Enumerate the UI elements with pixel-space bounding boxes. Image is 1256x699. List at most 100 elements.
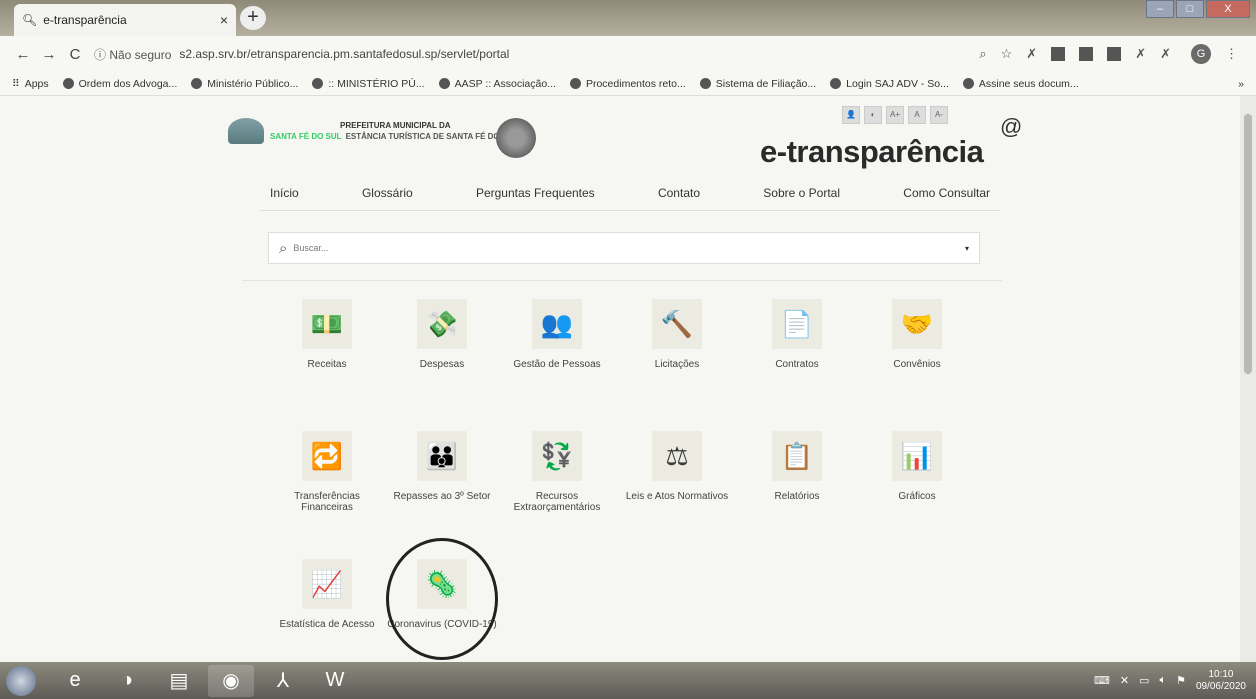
url-input[interactable]: ⓘ Não seguro s2.asp.srv.br/etransparenci…: [94, 40, 979, 68]
bookmark-item[interactable]: ⠿ Apps: [12, 78, 49, 90]
url-text: s2.asp.srv.br/etransparencia.pm.santafed…: [179, 47, 510, 61]
nav-inicio[interactable]: Início: [260, 186, 309, 200]
font-increase-button[interactable]: A+: [886, 106, 904, 124]
bookmark-item[interactable]: Ministério Público...: [191, 78, 298, 90]
keyboard-icon[interactable]: ⌨: [1094, 674, 1110, 687]
card-transferencias-financeiras[interactable]: 🔁 Transferências Financeiras: [272, 431, 382, 513]
report-icon: 📋: [772, 431, 822, 481]
bookmark-icon: [62, 78, 74, 89]
extension-icon[interactable]: [1051, 47, 1066, 61]
transfer-icon: 🔁: [302, 431, 352, 481]
card-recursos-extraorcamentarios[interactable]: 💱 Recursos Extraorçamentários: [502, 431, 612, 513]
prefeitura-logo[interactable]: PREFEITURA MUNICIPAL DA SANTA FÉ DO SUL E…: [228, 118, 518, 144]
accessibility-icon[interactable]: 👤: [842, 106, 860, 124]
pin-icon[interactable]: ✗: [1026, 46, 1037, 62]
contrast-icon[interactable]: ◐: [864, 106, 882, 124]
site-brand[interactable]: e-transparência: [760, 134, 984, 170]
hand-drawn-highlight-circle: [386, 538, 498, 660]
nav-glossario[interactable]: Glossário: [352, 186, 423, 200]
card-despesas[interactable]: 💸 Despesas: [387, 299, 497, 370]
profile-avatar[interactable]: G: [1191, 44, 1211, 64]
close-icon[interactable]: ×: [220, 12, 228, 28]
browser-tab-strip: 🔍︎ e-transparência × + – □ X: [0, 0, 1256, 36]
bookmark-item[interactable]: AASP :: Associação...: [438, 78, 556, 90]
extension-icon[interactable]: [1107, 47, 1122, 61]
gavel-icon: 🔨: [652, 299, 702, 349]
chrome-icon[interactable]: ◉: [208, 664, 254, 697]
monitor-icon[interactable]: ▭: [1139, 674, 1149, 687]
scrollbar-thumb[interactable]: [1244, 114, 1252, 374]
word-icon[interactable]: W: [312, 665, 358, 697]
bookmark-item[interactable]: Sistema de Filiação...: [699, 78, 816, 90]
nav-perguntas-frequentes[interactable]: Perguntas Frequentes: [466, 186, 605, 200]
minimize-button[interactable]: –: [1146, 0, 1174, 18]
card-licitacoes[interactable]: 🔨 Licitações: [622, 299, 732, 370]
search-input[interactable]: ⌕ Buscar... ▾: [268, 232, 980, 264]
pie-chart-icon: 📈: [302, 559, 352, 609]
card-leis-e-atos-normativos[interactable]: ⚖ Leis e Atos Normativos: [622, 431, 732, 502]
windows-taskbar: e ◑ ▤ ◉ ⅄ W ⌨ ✕ ▭ 🔈︎ ⚑ 10:10 09/06/2020: [0, 662, 1256, 699]
file-explorer-icon[interactable]: ▤: [156, 665, 202, 697]
people-icon: 👥: [532, 299, 582, 349]
bookmark-icon: [191, 78, 203, 89]
card-gestao-de-pessoas[interactable]: 👥 Gestão de Pessoas: [502, 299, 612, 370]
card-convenios[interactable]: 🤝 Convênios: [862, 299, 972, 370]
clock-date: 09/06/2020: [1195, 680, 1246, 692]
card-estatistica-de-acesso[interactable]: 📈 Estatística de Acesso: [272, 559, 382, 630]
font-decrease-button[interactable]: A-: [930, 106, 948, 124]
close-window-button[interactable]: X: [1206, 0, 1250, 18]
flag-icon[interactable]: ⚑: [1176, 674, 1186, 687]
scales-icon: ⚖: [652, 431, 702, 481]
back-button[interactable]: ←: [10, 46, 36, 63]
volume-icon[interactable]: 🔈︎: [1159, 674, 1166, 687]
bookmark-icon: [699, 78, 711, 89]
prefeitura-subtitle: ESTÂNCIA TURÍSTICA DE SANTA FÉ DO SUL: [345, 132, 518, 141]
card-receitas[interactable]: 💵 Receitas: [272, 299, 382, 370]
maximize-button[interactable]: □: [1176, 0, 1204, 18]
forward-button[interactable]: →: [36, 46, 62, 63]
nav-sobre-o-portal[interactable]: Sobre o Portal: [753, 186, 850, 200]
pin-icon[interactable]: ✗: [1135, 46, 1146, 62]
receitas-icon: 💵: [302, 299, 352, 349]
font-reset-button[interactable]: A: [908, 106, 926, 124]
scrollbar[interactable]: [1240, 96, 1256, 662]
pdf-reader-icon[interactable]: ⅄: [260, 665, 306, 697]
new-tab-button[interactable]: +: [240, 6, 266, 30]
prefeitura-small-name: SANTA FÉ DO SUL: [270, 132, 342, 141]
star-icon[interactable]: ☆: [1001, 46, 1013, 62]
card-relatorios[interactable]: 📋 Relatórios: [742, 431, 852, 502]
search-placeholder: Buscar...: [293, 243, 329, 253]
window-controls: – □ X: [1146, 0, 1250, 18]
bookmark-item[interactable]: Assine seus docum...: [962, 78, 1079, 90]
bookmark-item[interactable]: Procedimentos reto...: [569, 78, 686, 90]
tab-title: e-transparência: [43, 13, 127, 27]
clock[interactable]: 10:10 09/06/2020: [1196, 669, 1246, 693]
bookmarks-more-button[interactable]: »: [1238, 78, 1244, 90]
card-contratos[interactable]: 📄 Contratos: [742, 299, 852, 370]
network-icon[interactable]: ✕: [1120, 674, 1129, 687]
chevron-down-icon[interactable]: ▾: [965, 244, 969, 253]
media-player-icon[interactable]: ◑: [104, 665, 150, 697]
start-button[interactable]: [6, 665, 36, 696]
menu-icon[interactable]: ⋮: [1225, 46, 1238, 62]
bookmark-icon: [830, 78, 842, 89]
accessibility-tools: 👤 ◐ A+ A A-: [842, 106, 948, 124]
despesas-icon: 💸: [417, 299, 467, 349]
card-repasses-3-setor[interactable]: 👪 Repasses ao 3º Setor: [387, 431, 497, 502]
security-indicator[interactable]: ⓘ Não seguro: [94, 46, 171, 63]
extension-icon[interactable]: [1079, 47, 1094, 61]
card-graficos[interactable]: 📊 Gráficos: [862, 431, 972, 502]
bookmark-item[interactable]: Login SAJ ADV - So...: [830, 78, 949, 90]
handshake-icon: 🤝: [892, 299, 942, 349]
bookmark-item[interactable]: Ordem dos Advoga...: [62, 78, 177, 90]
internet-explorer-icon[interactable]: e: [52, 665, 98, 697]
nav-contato[interactable]: Contato: [648, 186, 710, 200]
system-tray: ⌨ ✕ ▭ 🔈︎ ⚑ 10:10 09/06/2020: [1094, 669, 1256, 693]
reload-button[interactable]: C: [62, 46, 88, 63]
pin-icon[interactable]: ✗: [1160, 46, 1171, 62]
bookmark-item[interactable]: :: MINISTÉRIO PÚ...: [312, 78, 425, 90]
nav-como-consultar[interactable]: Como Consultar: [893, 186, 1000, 200]
browser-tab[interactable]: 🔍︎ e-transparência ×: [14, 4, 236, 36]
zoom-icon[interactable]: ⌕: [979, 46, 986, 62]
main-nav: Início Glossário Perguntas Frequentes Co…: [260, 186, 1000, 211]
